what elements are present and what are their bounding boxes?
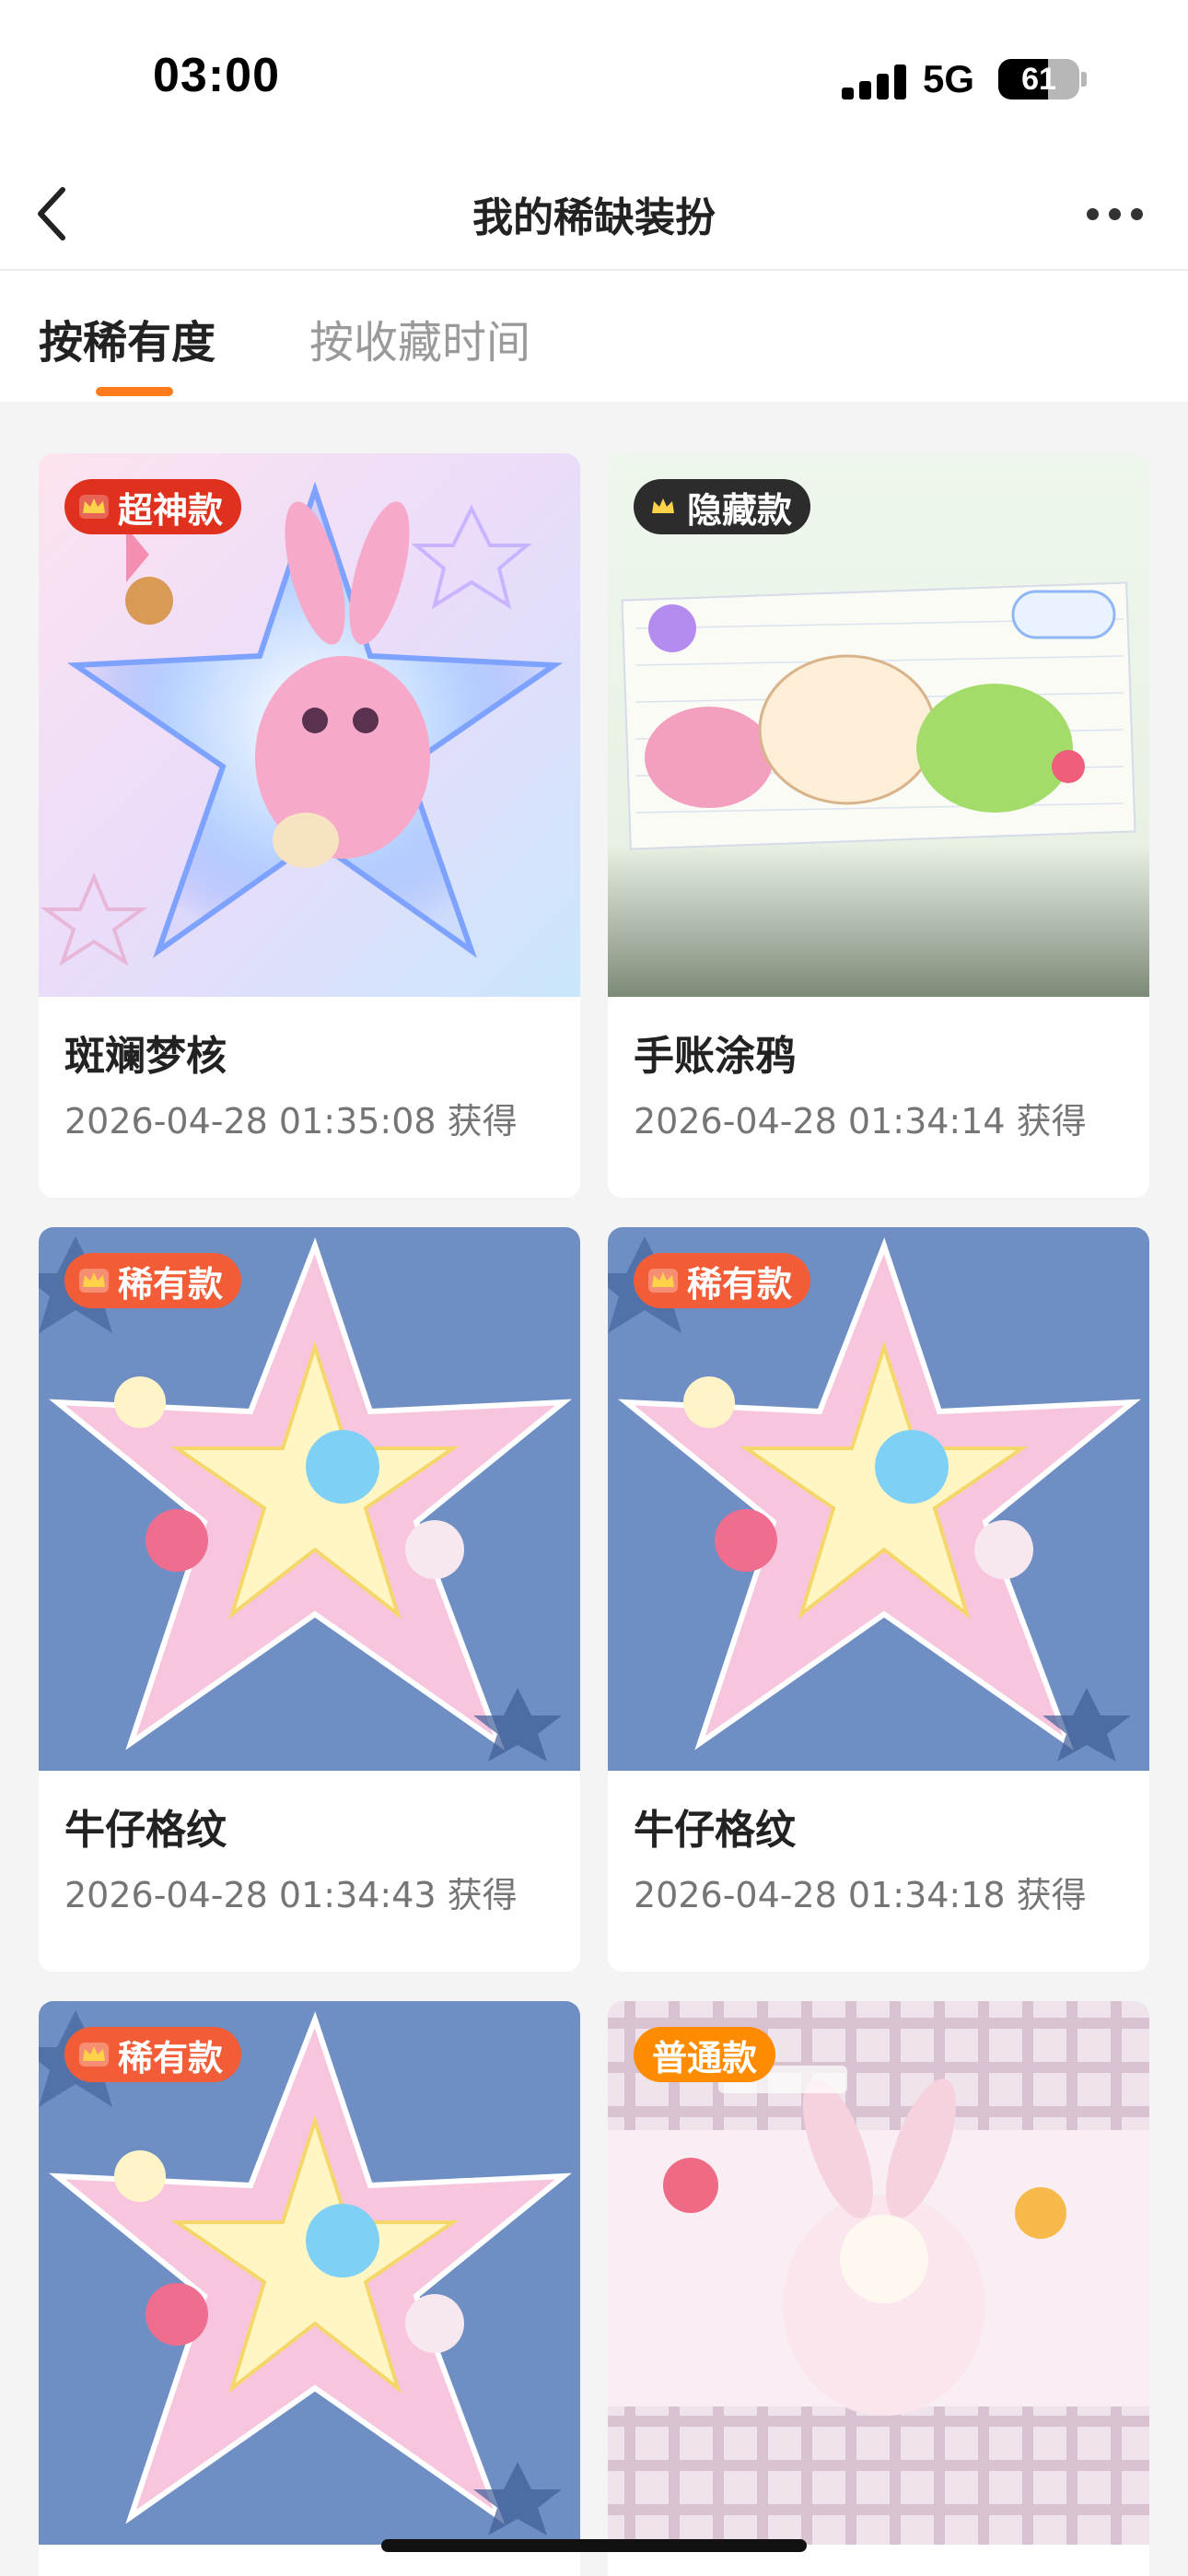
- item-name: 牛仔格纹: [634, 1807, 796, 1854]
- item-artwork: [39, 2001, 580, 2545]
- rarity-badge: 稀有款: [634, 1253, 811, 1308]
- item-card[interactable]: 稀有款 牛仔格纹 2026-04-28 01:34:43 获得: [39, 1227, 580, 1972]
- item-name: 斑斓梦核: [64, 1033, 227, 1080]
- item-card[interactable]: 稀有款 牛仔格纹 2026-04-28 01:34:18 获得: [608, 1227, 1149, 1972]
- crown-icon: [79, 495, 109, 519]
- rarity-badge-label: 稀有款: [687, 1263, 793, 1305]
- battery-icon: 61: [998, 59, 1079, 100]
- item-date: 2026-04-28 01:35:08 获得: [64, 1101, 518, 1142]
- item-card[interactable]: 普通款: [608, 2001, 1149, 2576]
- item-date: 2026-04-28 01:34:14 获得: [634, 1101, 1087, 1142]
- rarity-badge: 稀有款: [64, 1253, 242, 1308]
- crown-icon: [79, 1269, 109, 1293]
- item-date: 2026-04-28 01:34:18 获得: [634, 1875, 1087, 1915]
- rarity-badge-label: 超神款: [118, 489, 224, 531]
- rarity-badge: 超神款: [64, 479, 242, 534]
- network-type: 5G: [923, 57, 975, 100]
- status-bar: 03:00 5G 61: [0, 0, 1188, 157]
- sort-tabs: 按稀有度 按收藏时间: [0, 271, 1188, 402]
- tab-indicator: [96, 387, 173, 396]
- crown-icon: [79, 2043, 109, 2067]
- signal-icon: [842, 64, 906, 100]
- item-name: 牛仔格纹: [64, 1807, 227, 1854]
- more-dots-icon: [1109, 208, 1121, 220]
- item-card[interactable]: 超神款 斑斓梦核 2026-04-28 01:35:08 获得: [39, 453, 580, 1198]
- item-artwork: [39, 453, 580, 997]
- item-name: 手账涂鸦: [634, 1033, 796, 1080]
- more-dots-icon: [1087, 208, 1099, 220]
- item-date: 2026-04-28 01:34:43 获得: [64, 1875, 518, 1915]
- battery-tip: [1081, 72, 1087, 87]
- crown-icon: [648, 1269, 678, 1293]
- item-artwork: [608, 453, 1149, 997]
- tab-by-collect-time[interactable]: 按收藏时间: [309, 306, 530, 370]
- rarity-badge-label: 普通款: [652, 2037, 758, 2078]
- rarity-badge: 稀有款: [64, 2027, 242, 2082]
- rarity-badge-label: 稀有款: [118, 1263, 224, 1305]
- rarity-badge: 隐藏款: [634, 479, 811, 534]
- item-artwork: [608, 2001, 1149, 2545]
- item-artwork: [39, 1227, 580, 1771]
- battery-percent: 61: [1021, 62, 1056, 97]
- item-card[interactable]: 隐藏款 手账涂鸦 2026-04-28 01:34:14 获得: [608, 453, 1149, 1198]
- status-time: 03:00: [153, 49, 280, 102]
- item-artwork: [608, 1227, 1149, 1771]
- more-dots-icon: [1131, 208, 1143, 220]
- tab-by-rarity[interactable]: 按稀有度: [39, 306, 215, 370]
- page-title: 我的稀缺装扮: [472, 194, 716, 241]
- home-indicator: [381, 2539, 807, 2552]
- nav-bar: 我的稀缺装扮: [0, 157, 1188, 271]
- rarity-badge-label: 稀有款: [118, 2037, 224, 2078]
- rarity-badge-label: 隐藏款: [687, 489, 793, 531]
- item-card[interactable]: 稀有款: [39, 2001, 580, 2576]
- crown-icon: [652, 498, 674, 513]
- more-button[interactable]: [1083, 195, 1147, 232]
- rarity-badge: 普通款: [634, 2027, 776, 2082]
